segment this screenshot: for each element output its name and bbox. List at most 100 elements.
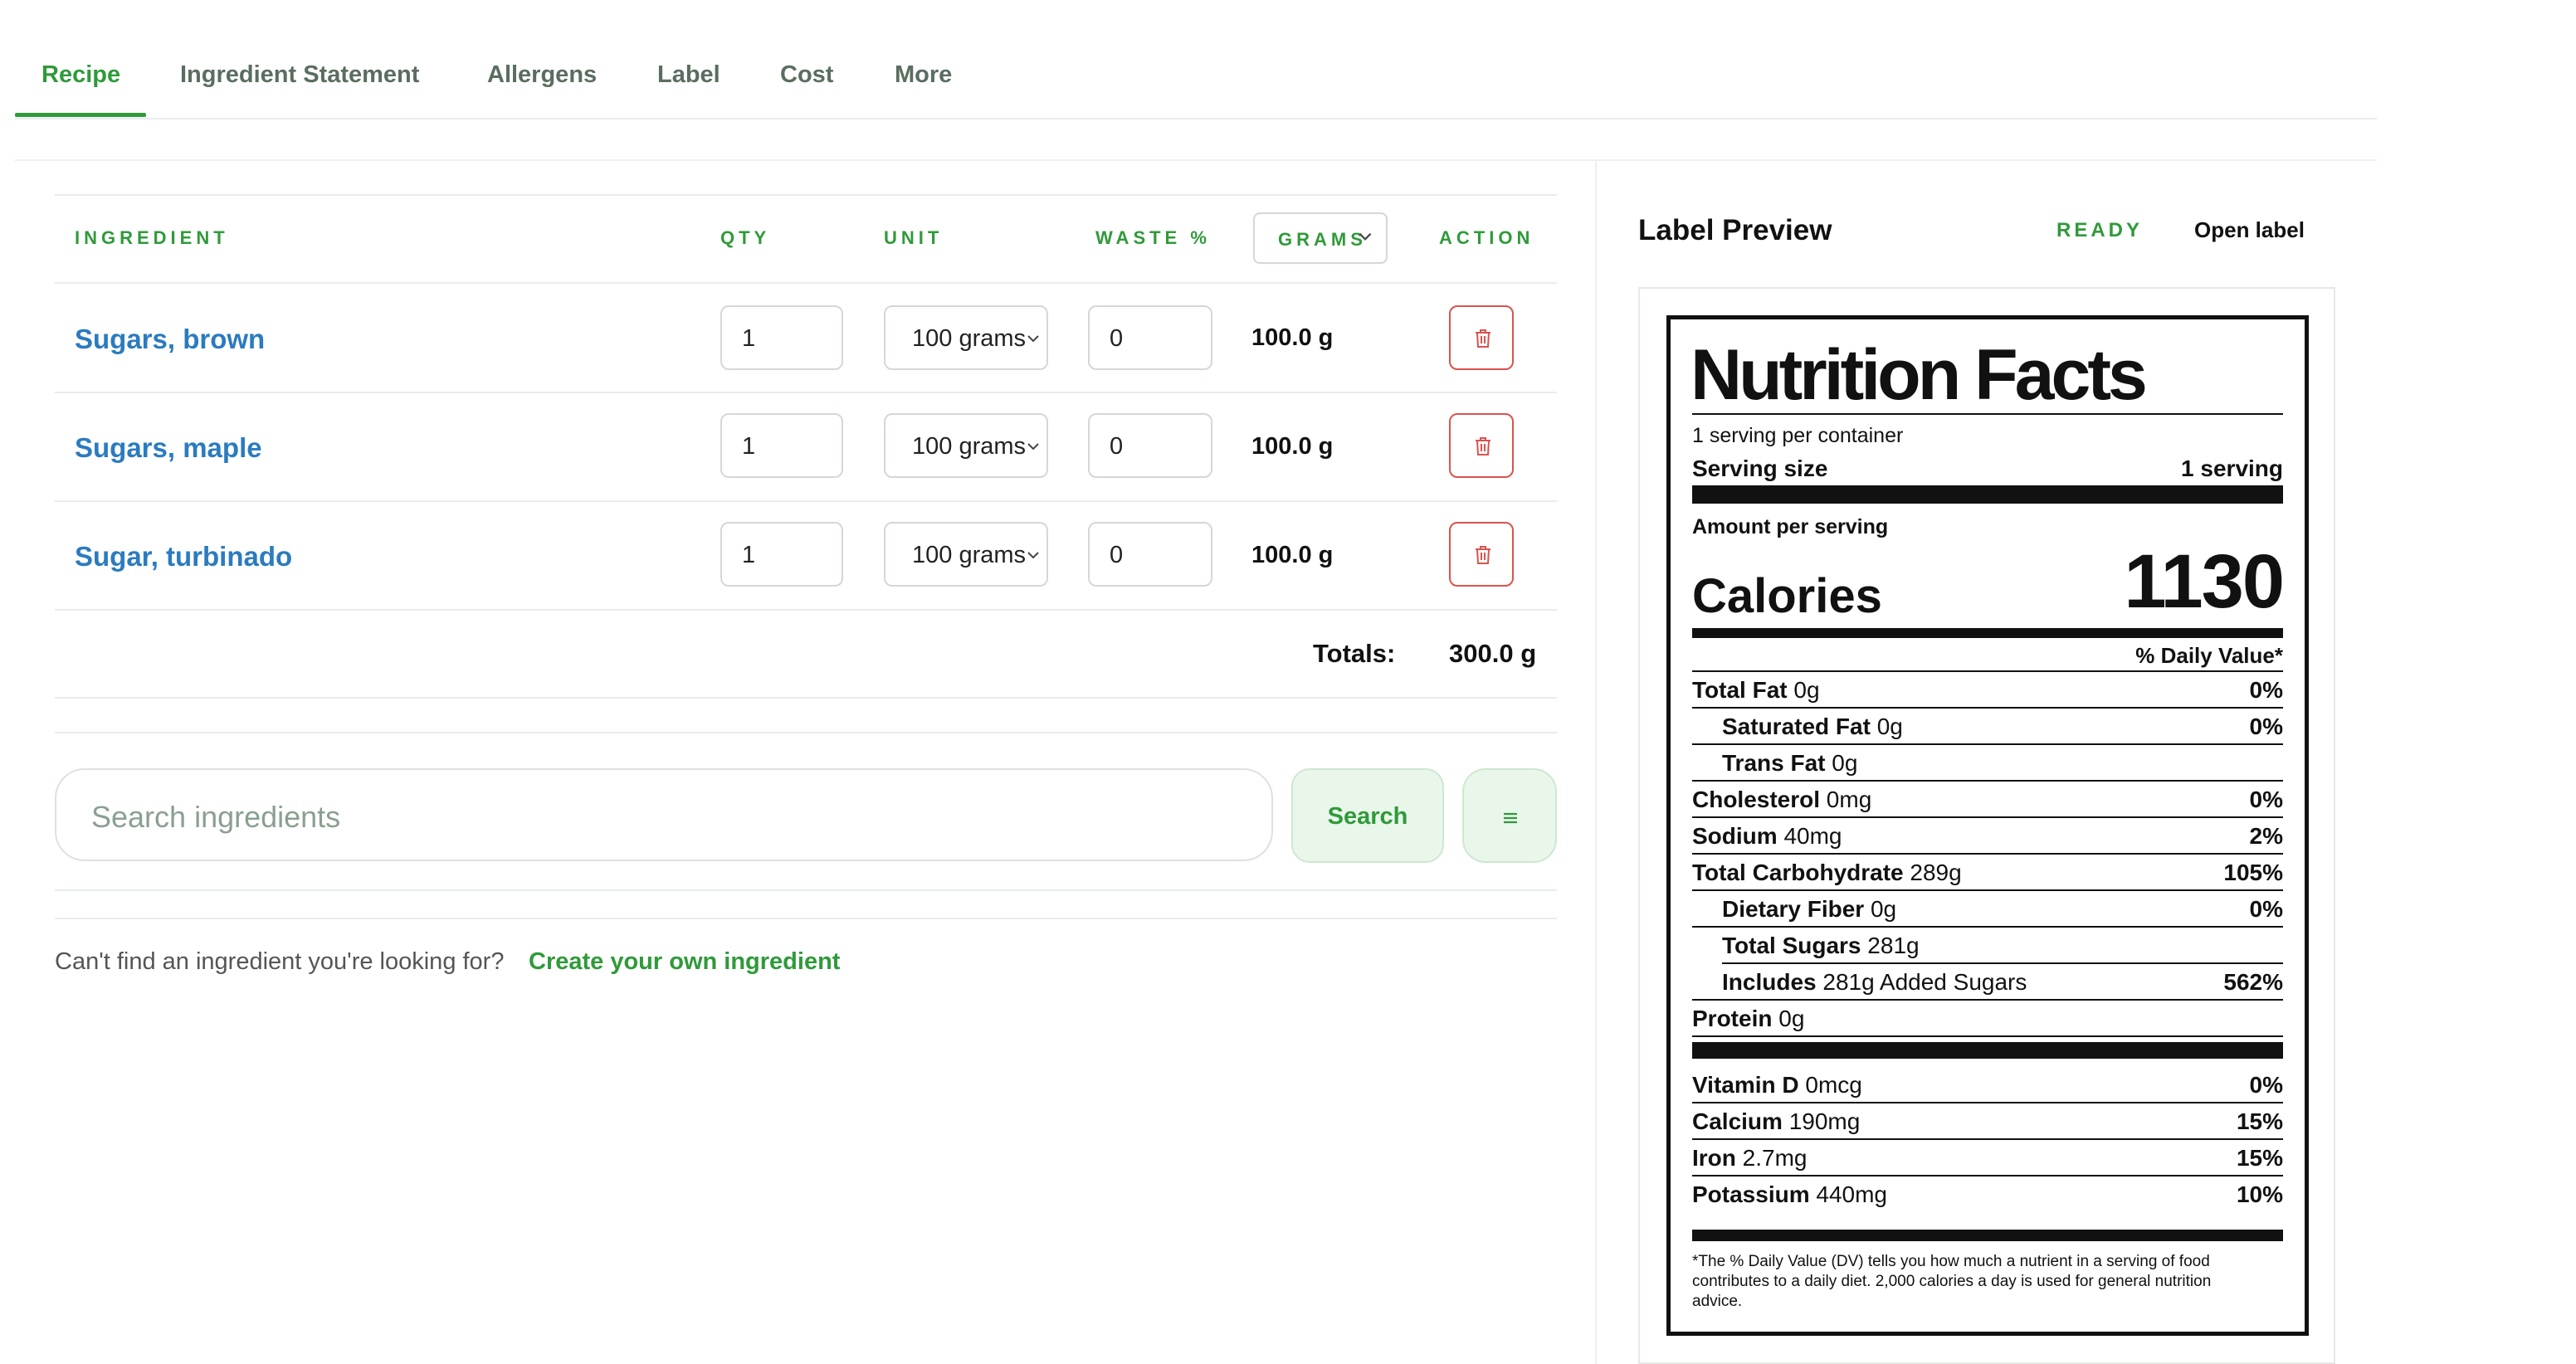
- open-label-link[interactable]: Open label: [2194, 217, 2305, 243]
- nutrient-dv: 0%: [2249, 896, 2283, 922]
- divider: [1692, 816, 2283, 818]
- medium-divider: [1692, 1230, 2283, 1241]
- column-header-unit: UNIT: [884, 227, 944, 248]
- divider: [1692, 853, 2283, 855]
- daily-value-header: % Daily Value*: [2135, 643, 2283, 668]
- nutrient-saturated-fat: Saturated Fat 0g: [1722, 714, 1903, 739]
- divider: [1692, 1102, 2283, 1103]
- calories-label: Calories: [1692, 569, 1882, 623]
- grams-value: 100.0 g: [1251, 542, 1334, 568]
- divider: [1692, 743, 2283, 745]
- nutrition-facts-title: Nutrition Facts: [1690, 335, 2148, 415]
- unit-select[interactable]: 100 grams: [884, 413, 1048, 478]
- ingredient-link[interactable]: Sugars, brown: [75, 324, 265, 355]
- active-tab-indicator: [15, 113, 146, 117]
- chevron-down-icon: [1027, 443, 1039, 451]
- column-header-action: ACTION: [1439, 227, 1534, 248]
- nutrition-facts-label: Nutrition Facts 1 serving per container …: [1666, 315, 2309, 1336]
- tab-bar: Recipe Ingredient Statement Allergens La…: [15, 0, 2377, 119]
- create-ingredient-link[interactable]: Create your own ingredient: [529, 948, 840, 976]
- nutrient-dv: 0%: [2249, 1072, 2283, 1098]
- tab-ingredient-statement[interactable]: Ingredient Statement: [180, 61, 419, 89]
- tab-recipe[interactable]: Recipe: [41, 61, 120, 89]
- nutrient-dv: 10%: [2236, 1181, 2283, 1207]
- row-divider: [55, 609, 1557, 611]
- waste-input[interactable]: 0: [1088, 522, 1212, 587]
- divider: [15, 159, 2377, 161]
- tab-more[interactable]: More: [895, 61, 952, 89]
- unit-select[interactable]: 100 grams: [884, 305, 1048, 370]
- label-preview-title: Label Preview: [1638, 214, 1832, 246]
- chevron-down-icon: [1027, 552, 1039, 559]
- calcium: Calcium 190mg: [1692, 1108, 1861, 1134]
- nutrient-dv: 15%: [2236, 1108, 2283, 1134]
- thick-divider: [1692, 1042, 2283, 1059]
- vitamin-d: Vitamin D 0mcg: [1692, 1072, 1862, 1098]
- delete-button[interactable]: [1449, 522, 1514, 587]
- delete-button[interactable]: [1449, 413, 1514, 478]
- search-button[interactable]: Search: [1291, 768, 1444, 863]
- divider: [1692, 1035, 2283, 1037]
- medium-divider: [1692, 628, 2283, 638]
- column-header-grams: GRAMS: [1278, 229, 1367, 250]
- ingredient-link[interactable]: Sugars, maple: [75, 432, 262, 464]
- panel-divider: [1595, 161, 1597, 1364]
- column-header-ingredient: INGREDIENT: [75, 227, 229, 248]
- search-input[interactable]: Search ingredients: [55, 768, 1273, 861]
- nutrient-dv: 0%: [2249, 677, 2283, 703]
- nutrient-cholesterol: Cholesterol 0mg: [1692, 787, 1872, 812]
- tab-label[interactable]: Label: [657, 61, 720, 89]
- row-divider: [55, 500, 1557, 502]
- row-divider: [55, 392, 1557, 393]
- nutrient-dv: 105%: [2223, 860, 2283, 885]
- tab-allergens[interactable]: Allergens: [487, 61, 597, 89]
- section-divider: [55, 918, 1557, 919]
- calories-value: 1130: [2124, 539, 2285, 624]
- filter-menu-button[interactable]: [1462, 768, 1557, 863]
- table-header-border: [55, 282, 1557, 284]
- nutrient-dv: 15%: [2236, 1145, 2283, 1171]
- trash-icon: [1476, 546, 1490, 564]
- nutrient-dv: 2%: [2249, 823, 2283, 849]
- trash-icon: [1476, 437, 1490, 455]
- ingredient-link[interactable]: Sugar, turbinado: [75, 541, 292, 572]
- nutrient-added-sugars: Includes 281g Added Sugars: [1722, 969, 2027, 995]
- qty-input[interactable]: 1: [720, 305, 843, 370]
- section-divider: [55, 732, 1557, 733]
- serving-size-label: Serving size: [1692, 455, 1828, 481]
- chevron-down-icon: [1027, 335, 1039, 343]
- delete-button[interactable]: [1449, 305, 1514, 370]
- nutrient-total-sugars: Total Sugars 281g: [1722, 933, 1920, 958]
- divider: [1692, 926, 2283, 928]
- divider: [1692, 413, 2283, 415]
- unit-select[interactable]: 100 grams: [884, 522, 1048, 587]
- servings-per-container: 1 serving per container: [1692, 424, 1904, 447]
- nutrient-trans-fat: Trans Fat 0g: [1722, 750, 1858, 776]
- missing-ingredient-note: Can't find an ingredient you're looking …: [55, 948, 505, 975]
- nutrient-dv: 0%: [2249, 714, 2283, 739]
- column-header-qty: QTY: [720, 227, 771, 248]
- chevron-down-icon: [1359, 232, 1372, 241]
- divider: [1692, 670, 2283, 672]
- divider: [1692, 889, 2283, 891]
- waste-input[interactable]: 0: [1088, 413, 1212, 478]
- grams-value: 100.0 g: [1251, 324, 1334, 351]
- tab-cost[interactable]: Cost: [780, 61, 833, 89]
- divider: [1692, 780, 2283, 782]
- waste-input[interactable]: 0: [1088, 305, 1212, 370]
- iron: Iron 2.7mg: [1692, 1145, 1808, 1171]
- totals-divider: [55, 697, 1557, 699]
- nutrient-dietary-fiber: Dietary Fiber 0g: [1722, 896, 1897, 922]
- potassium: Potassium 440mg: [1692, 1181, 1888, 1207]
- divider: [1692, 707, 2283, 709]
- grams-column-dropdown[interactable]: GRAMS: [1253, 212, 1388, 264]
- qty-input[interactable]: 1: [720, 522, 843, 587]
- divider: [1692, 1175, 2283, 1176]
- table-top-border: [55, 194, 1557, 196]
- qty-input[interactable]: 1: [720, 413, 843, 478]
- column-header-waste: WASTE %: [1095, 227, 1211, 248]
- footnote-line-3: advice.: [1692, 1293, 1743, 1310]
- divider: [1692, 1138, 2283, 1140]
- totals-value: 300.0 g: [1449, 639, 1537, 668]
- footnote-line-1: *The % Daily Value (DV) tells you how mu…: [1692, 1253, 2210, 1270]
